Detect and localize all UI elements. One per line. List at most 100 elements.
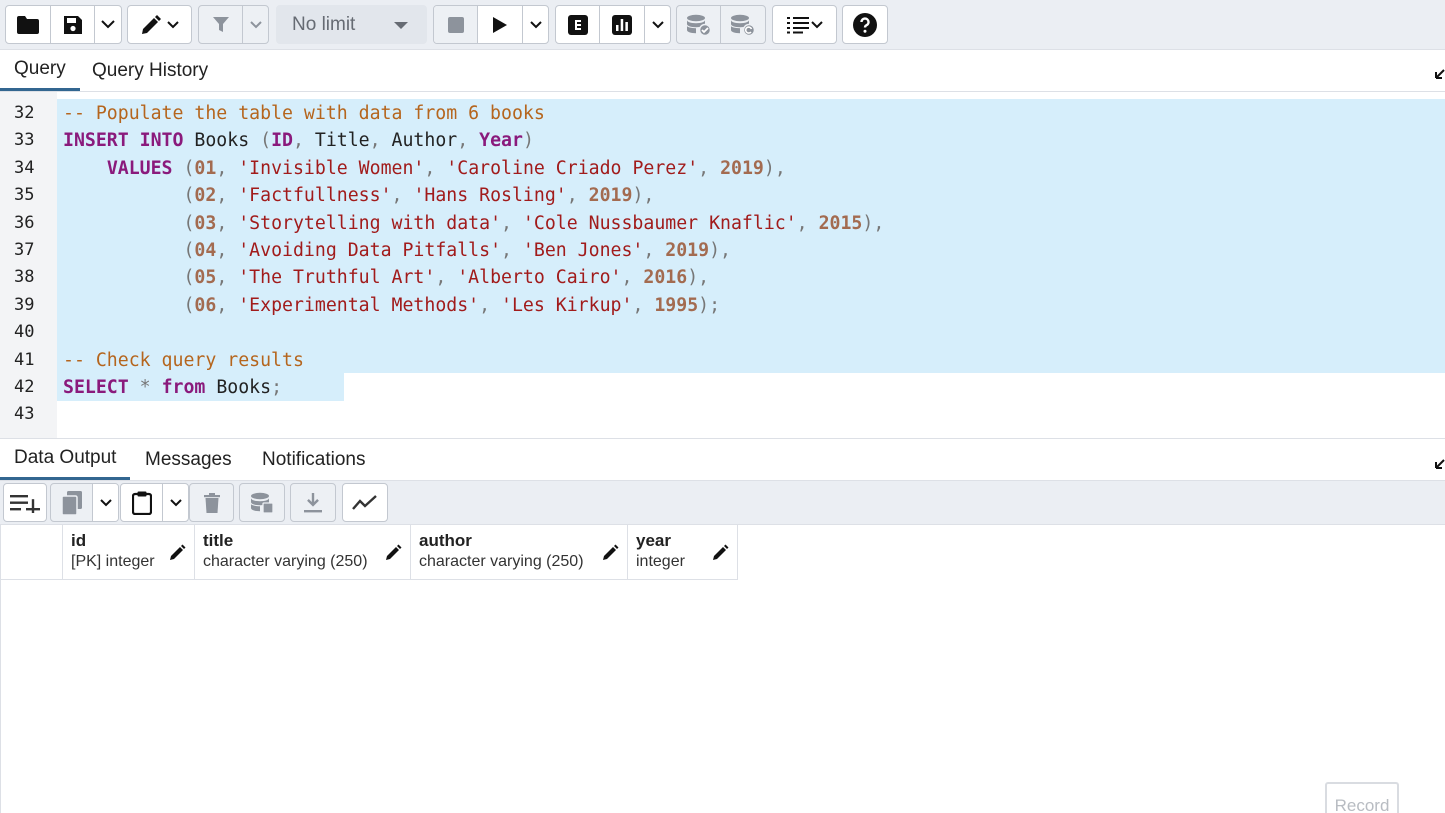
file-button-group	[5, 5, 122, 44]
code-token: );	[698, 294, 721, 316]
macros-menu-button[interactable]	[773, 6, 836, 43]
add-row-icon	[10, 494, 40, 513]
code-token: ,	[643, 240, 655, 261]
code-token: ,	[435, 267, 447, 289]
tab-query[interactable]: Query	[0, 50, 80, 91]
chevron-down-icon	[249, 20, 262, 28]
code-token: (	[260, 130, 272, 152]
edit-menu-button[interactable]	[128, 6, 191, 43]
delete-group	[189, 483, 234, 522]
explain-button[interactable]	[556, 6, 600, 43]
tab-data-output[interactable]: Data Output	[0, 439, 131, 480]
caret-down-icon	[394, 22, 408, 29]
pencil-icon[interactable]	[712, 544, 729, 561]
code-token: ),	[862, 212, 885, 234]
sql-editor[interactable]: 32 -- Populate the table with data from 6…	[0, 92, 1445, 438]
paste-button[interactable]	[121, 484, 163, 521]
chevron-down-icon	[99, 498, 112, 506]
code-token: ID	[271, 130, 293, 152]
code-token: INSERT INTO	[63, 130, 184, 152]
save-data-group	[239, 483, 285, 522]
chevron-down-icon	[169, 498, 182, 506]
column-header-year[interactable]: year integer	[628, 525, 738, 580]
code-token: (	[183, 212, 195, 234]
explain-options-dropdown[interactable]	[645, 6, 670, 43]
chevron-down-icon	[167, 20, 179, 28]
tab-messages[interactable]: Messages	[131, 439, 246, 480]
download-icon	[304, 492, 322, 512]
column-header-id[interactable]: id [PK] integer	[63, 525, 195, 580]
column-header-title[interactable]: title character varying (250)	[195, 525, 411, 580]
delete-row-button[interactable]	[190, 484, 233, 521]
expand-panel-icon[interactable]	[1435, 457, 1445, 469]
graph-visualiser-button[interactable]	[343, 484, 387, 521]
code-token: ,	[216, 294, 228, 316]
column-header-author[interactable]: author character varying (250)	[411, 525, 628, 580]
pencil-icon[interactable]	[169, 544, 186, 561]
paste-options-dropdown[interactable]	[163, 484, 188, 521]
commit-button[interactable]	[677, 6, 721, 43]
code-token: 'Ben Jones'	[522, 240, 644, 261]
tab-query-history[interactable]: Query History	[78, 50, 222, 91]
code-token: 2016	[643, 267, 688, 289]
code-token: 04	[194, 240, 217, 261]
tab-label: Query	[14, 58, 66, 79]
column-name: year	[636, 531, 671, 550]
column-name: id	[71, 531, 87, 550]
code-token: 'Caroline Criado Perez'	[446, 157, 699, 179]
code-token: Title	[303, 130, 370, 152]
database-check-icon	[686, 14, 711, 36]
code-token: ,	[216, 240, 228, 261]
filter-button-group	[198, 5, 269, 44]
row-limit-select[interactable]: No limit	[276, 5, 427, 44]
code-token: ,	[424, 157, 436, 179]
expand-panel-icon[interactable]	[1435, 67, 1445, 79]
code-token: 'Alberto Cairo'	[457, 267, 622, 289]
pencil-icon[interactable]	[385, 544, 402, 561]
explain-analyze-button[interactable]	[600, 6, 645, 43]
code-token: -- Populate the table with data from 6 b…	[63, 103, 545, 124]
execute-query-button[interactable]	[478, 6, 523, 43]
code-token: ,	[501, 212, 512, 234]
code-token: (	[183, 294, 195, 316]
tab-notifications[interactable]: Notifications	[248, 439, 380, 480]
code-text: -- Populate the table with data from 6 b…	[63, 100, 545, 127]
add-row-button[interactable]	[4, 484, 46, 521]
rollback-button[interactable]	[721, 6, 765, 43]
filter-options-dropdown[interactable]	[243, 6, 268, 43]
execute-options-dropdown[interactable]	[523, 6, 548, 43]
save-file-button[interactable]	[51, 6, 95, 43]
code-token: 01	[194, 157, 217, 179]
code-token: ,	[501, 240, 512, 261]
code-token: Year	[479, 130, 523, 152]
filter-button[interactable]	[199, 6, 243, 43]
code-token: (	[183, 185, 195, 207]
download-csv-button[interactable]	[291, 484, 335, 521]
help-button-group	[842, 5, 888, 44]
code-text: (05, 'The Truthful Art', 'Alberto Cairo'…	[63, 264, 709, 291]
save-options-dropdown[interactable]	[95, 6, 121, 43]
add-row-group	[3, 483, 47, 522]
code-line: 36 (03, 'Storytelling with data', 'Cole …	[0, 210, 1445, 237]
code-token: )	[522, 130, 534, 152]
copy-button[interactable]	[51, 484, 93, 521]
data-output-grid: id [PK] integer title character varying …	[0, 525, 1445, 813]
record-button[interactable]: Record	[1325, 782, 1399, 813]
stop-query-button[interactable]	[434, 6, 478, 43]
code-token: 'The Truthful Art'	[238, 267, 436, 289]
code-token: ,	[566, 185, 578, 207]
save-data-changes-button[interactable]	[240, 484, 284, 521]
pencil-icon[interactable]	[602, 544, 619, 561]
copy-options-dropdown[interactable]	[93, 484, 118, 521]
help-button[interactable]	[843, 6, 887, 43]
open-file-button[interactable]	[6, 6, 51, 43]
code-token: ),	[763, 157, 786, 179]
line-number: 32	[14, 103, 35, 123]
code-token: 'Cole Nussbaumer Knaflic'	[522, 212, 797, 234]
